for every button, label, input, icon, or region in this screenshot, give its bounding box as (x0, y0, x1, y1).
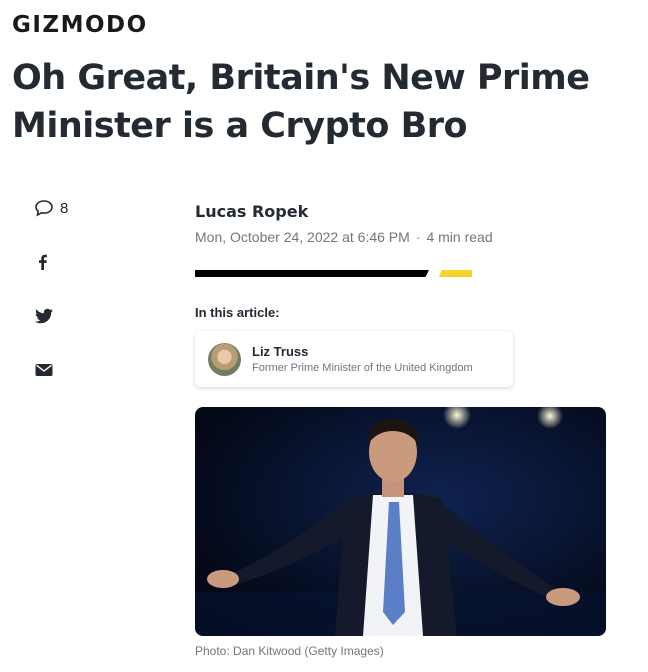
email-icon (34, 362, 54, 378)
speaker-illustration (195, 407, 606, 636)
byline-divider-yellow (439, 270, 472, 277)
facebook-icon (34, 253, 52, 271)
comment-icon (34, 199, 54, 217)
article-photo (195, 407, 606, 636)
article-meta: Mon, October 24, 2022 at 6:46 PM · 4 min r… (195, 229, 493, 245)
photo-caption: Photo: Dan Kitwood (Getty Images) (195, 644, 384, 658)
in-this-article-label: In this article: (195, 305, 280, 320)
share-email-button[interactable] (34, 358, 94, 382)
related-person-card[interactable]: Liz Truss Former Prime Minister of the U… (195, 331, 513, 387)
author-name[interactable]: Lucas Ropek (195, 202, 308, 221)
share-facebook-button[interactable] (34, 250, 94, 274)
byline-divider-black (195, 270, 429, 277)
twitter-icon (34, 307, 54, 325)
share-twitter-button[interactable] (34, 304, 94, 328)
publish-date: Mon, October 24, 2022 at 6:46 PM (195, 229, 410, 245)
related-person-name: Liz Truss (252, 344, 309, 359)
meta-separator: · (415, 229, 421, 245)
site-logo[interactable]: GIZMODO (12, 12, 148, 38)
comments-button[interactable]: 8 (34, 196, 94, 220)
comment-count: 8 (60, 199, 69, 217)
related-person-description: Former Prime Minister of the United King… (252, 362, 473, 374)
avatar (208, 342, 241, 376)
read-time: 4 min read (426, 229, 493, 245)
share-rail: 8 (34, 196, 94, 412)
article-headline: Oh Great, Britain's New Prime Minister i… (12, 58, 590, 146)
